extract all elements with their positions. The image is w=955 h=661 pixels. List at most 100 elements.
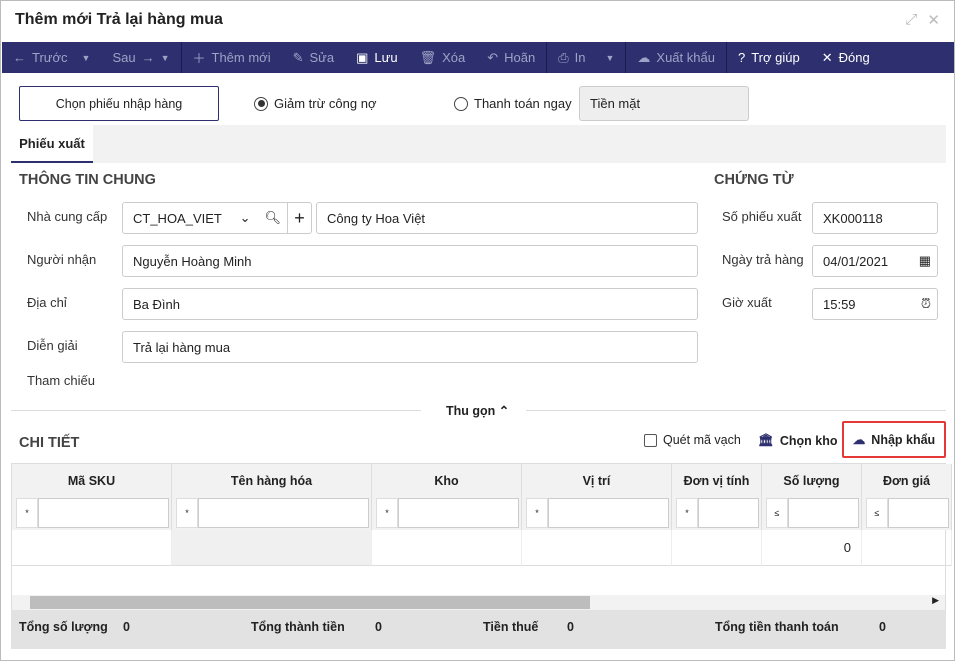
filter-input[interactable] [198,498,369,528]
payment-method-field[interactable]: Tiền mặt [579,86,749,121]
description-field[interactable]: Trả lại hàng mua [122,331,698,363]
collapse-button[interactable]: Thu gọn ⌃ [446,403,509,418]
supplier-name-field[interactable]: Công ty Hoa Việt [316,202,698,234]
save-icon: ▣ [356,49,369,65]
scrollbar-thumb[interactable] [30,596,590,609]
toolbar: ← Trước ▼ Sau → ▼ ＋ Thêm mới ✎ Sửa ▣ Lưu 🗑 Xóa ↶… [2,42,954,73]
next-button[interactable]: Sau → ▼ [101,42,180,73]
chevron-down-icon: ▼ [605,52,615,63]
filter-operator[interactable]: * [676,498,698,528]
chevron-down-icon: ⌄ [239,210,251,225]
reference-label[interactable]: Tham chiếu [27,373,95,388]
filter-operator[interactable]: ≤ [866,498,888,528]
radio-pay-now[interactable]: Thanh toán ngay [454,96,572,111]
cancel-button[interactable]: ↶ Hoãn [476,42,546,73]
close-icon: ✕ [821,49,833,65]
horizontal-scrollbar[interactable]: ▶ [12,595,945,610]
arrow-right-icon: → [141,50,155,65]
voucher-no-label: Số phiếu xuất [722,209,802,224]
close-window-icon[interactable]: ✕ [927,11,940,29]
filter-operator[interactable]: * [176,498,198,528]
grid-cell[interactable] [372,530,522,566]
filter-input[interactable] [888,498,949,528]
choose-receipt-button[interactable]: Chọn phiếu nhập hàng [19,86,219,121]
plus-icon: ＋ [192,51,206,66]
filter-operator[interactable]: * [526,498,548,528]
supplier-code-select[interactable]: CT_HOA_VIET ⌄ 🔍︎ + [122,202,312,234]
filter-input[interactable] [788,498,859,528]
undo-icon: ↶ [487,49,499,65]
scroll-right-icon[interactable]: ▶ [932,595,939,606]
grid-cell[interactable] [172,530,372,566]
supplier-label: Nhà cung cấp [27,209,108,224]
time-label: Giờ xuất [722,295,772,310]
address-field[interactable]: Ba Đình [122,288,698,320]
print-button[interactable]: ⎙ In ▼ [547,42,625,73]
trash-icon: 🗑 [419,49,437,65]
grid-cell[interactable] [12,530,172,566]
grid-cell[interactable] [672,530,762,566]
filter-input[interactable] [698,498,759,528]
export-button[interactable]: ☁ Xuất khẩu [626,42,726,73]
filter-cell: * [522,498,672,530]
grid-cell[interactable] [522,530,672,566]
chevron-down-icon: ▼ [81,52,91,63]
chevron-down-icon: ▼ [160,52,170,63]
column-header[interactable]: Vị trí [522,464,672,498]
edit-button[interactable]: ✎ Sửa [282,42,346,73]
filter-operator[interactable]: * [376,498,398,528]
cloud-upload-icon: ☁ [852,433,866,447]
detail-heading: CHI TIẾT [19,435,80,451]
save-button[interactable]: ▣ Lưu [345,42,408,73]
filter-cell: * [12,498,172,530]
description-label: Diễn giải [27,338,78,353]
receiver-field[interactable]: Nguyễn Hoàng Minh [122,245,698,277]
filter-cell: * [372,498,522,530]
calendar-icon[interactable]: ▦ [919,253,931,269]
receiver-label: Người nhận [27,252,97,267]
date-field[interactable]: 04/01/2021 ▦ [812,245,938,277]
help-icon: ? [737,50,746,65]
window-title: Thêm mới Trả lại hàng mua [15,11,223,28]
cloud-download-icon: ☁ [637,49,651,65]
filter-cell: ≤ [862,498,952,530]
column-header[interactable]: Kho [372,464,522,498]
filter-cell: * [172,498,372,530]
clock-icon[interactable]: ⏰︎ [921,296,931,312]
filter-input[interactable] [398,498,519,528]
delete-button[interactable]: 🗑 Xóa [409,42,477,73]
choose-warehouse-button[interactable]: 🏛︎ Chọn kho [758,433,838,448]
warehouse-icon: 🏛︎ [758,433,774,447]
voucher-heading: CHỨNG TỪ [714,172,794,188]
chevron-up-icon: ⌃ [498,404,510,418]
plus-icon[interactable]: + [287,203,311,233]
filter-cell: ≤ [762,498,862,530]
grid-cell[interactable] [862,530,952,566]
grid-cell[interactable]: 0 [762,530,862,566]
time-field[interactable]: 15:59 ⏰︎ [812,288,938,320]
address-label: Địa chỉ [27,295,67,310]
add-button[interactable]: ＋ Thêm mới [182,42,282,73]
column-header[interactable]: Đơn vị tính [672,464,762,498]
column-header[interactable]: Đơn giá [862,464,952,498]
filter-operator[interactable]: ≤ [766,498,788,528]
voucher-no-field[interactable]: XK000118 [812,202,938,234]
column-header[interactable]: Mã SKU [12,464,172,498]
radio-debt-reduction[interactable]: Giảm trừ công nợ [254,96,376,111]
column-header[interactable]: Tên hàng hóa [172,464,372,498]
filter-operator[interactable]: * [16,498,38,528]
help-button[interactable]: ? Trợ giúp [727,42,811,73]
import-button[interactable]: ☁ Nhập khẩu [842,421,946,458]
barcode-checkbox[interactable]: Quét mã vạch [644,433,741,447]
maximize-icon[interactable]: ⤢ [905,11,917,29]
tab-phieu-xuat[interactable]: Phiếu xuất [11,125,93,163]
totals-bar: Tổng số lượng 0 Tổng thành tiền 0 Tiền thu… [11,610,946,649]
column-header[interactable]: Số lượng [762,464,862,498]
filter-input[interactable] [548,498,669,528]
filter-cell: * [672,498,762,530]
search-icon[interactable]: 🔍︎ [264,210,281,226]
prev-button[interactable]: ← Trước ▼ [2,42,101,73]
close-button[interactable]: ✕ Đóng [811,42,881,73]
date-label: Ngày trả hàng [722,252,804,267]
filter-input[interactable] [38,498,169,528]
